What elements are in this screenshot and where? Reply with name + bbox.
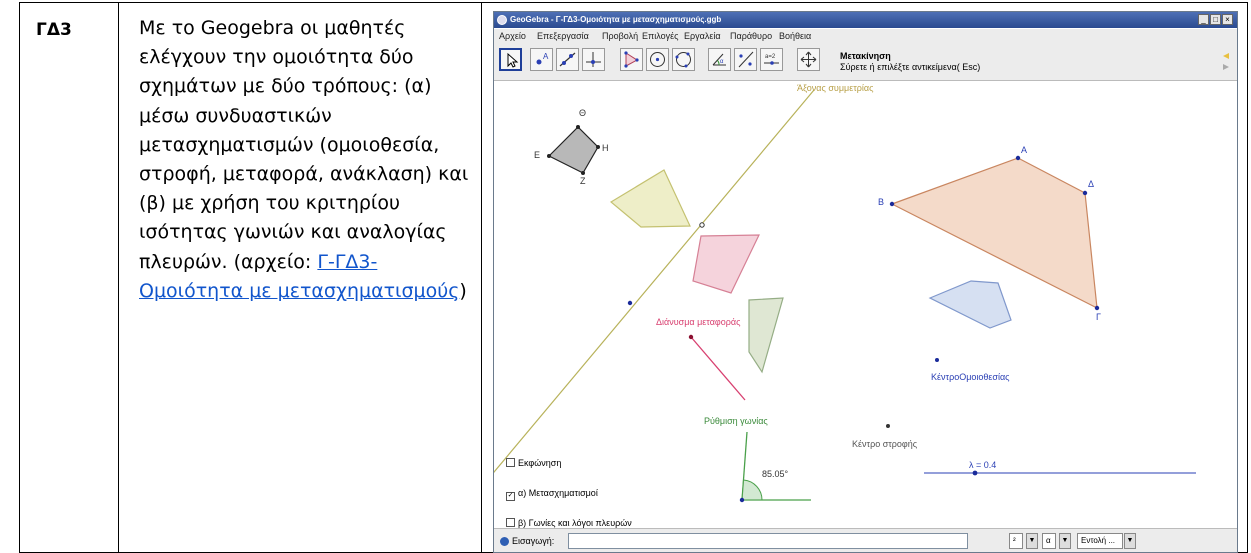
axis-point — [627, 300, 633, 306]
move-tool-icon[interactable] — [499, 48, 522, 71]
checkbox-transformations[interactable]: ✓ α) Μετασχηματισμοί — [506, 488, 598, 501]
checkbox-box[interactable] — [506, 458, 515, 467]
column-divider — [118, 2, 119, 553]
small-quadrilateral — [547, 126, 599, 174]
symbol-dropdown-arrow[interactable]: ▼ — [1026, 533, 1038, 549]
file-prefix: (αρχείο: — [233, 250, 318, 273]
menu-options[interactable]: Επιλογές — [642, 29, 678, 43]
menu-view[interactable]: Προβολή — [602, 29, 638, 43]
vertex-label: Η — [602, 143, 609, 153]
greek-dropdown[interactable]: α — [1042, 533, 1056, 549]
slider-tool-icon[interactable]: a=2 — [760, 48, 783, 71]
greek-dropdown-arrow[interactable]: ▼ — [1059, 533, 1071, 549]
undo-redo-icons[interactable] — [1221, 49, 1231, 73]
input-bar: Εισαγωγή: ² ▼ α ▼ Εντολή ... ▼ — [494, 528, 1237, 552]
input-field[interactable] — [568, 533, 968, 549]
symbol-dropdown[interactable]: ² — [1009, 533, 1023, 549]
svg-text:a=2: a=2 — [765, 54, 776, 60]
svg-text:α: α — [720, 59, 724, 65]
maximize-button[interactable]: □ — [1210, 14, 1221, 25]
description-text: Με το Geogebra οι μαθητές ελέγχουν την ο… — [139, 17, 469, 273]
vertex-label: Ε — [534, 150, 541, 160]
circle-3pt-tool-icon[interactable] — [672, 48, 695, 71]
file-suffix: ) — [459, 279, 467, 302]
column-divider — [481, 2, 482, 553]
axis-point — [699, 222, 705, 228]
command-dropdown-arrow[interactable]: ▼ — [1124, 533, 1136, 549]
help-icon[interactable] — [500, 537, 509, 546]
checkbox-statement[interactable]: Εκφώνηση — [506, 458, 561, 468]
title-bar: GeoGebra - Γ-ΓΔ3-Ομοιότητα με μετασχηματ… — [494, 12, 1237, 28]
homothety-center — [935, 358, 939, 362]
menu-tools[interactable]: Εργαλεία — [684, 29, 721, 43]
checkbox-angles-ratios[interactable]: β) Γωνίες και λόγοι πλευρών — [506, 518, 632, 528]
toolbar: A α a=2 Μετακίνηση Σύρετε ή επιλέξτε αντ… — [494, 43, 1237, 81]
checkbox-label: β) Γωνίες και λόγοι πλευρών — [518, 518, 632, 528]
move-view-tool-icon[interactable] — [797, 48, 820, 71]
vertex-label: Α — [1021, 145, 1028, 155]
reflect-tool-icon[interactable] — [734, 48, 757, 71]
checkbox-box-checked[interactable]: ✓ — [506, 492, 515, 501]
checkbox-label: Εκφώνηση — [518, 458, 562, 468]
point-tool-icon[interactable]: A — [530, 48, 553, 71]
angle-tool-icon[interactable]: α — [708, 48, 731, 71]
tool-help: Σύρετε ή επιλέξτε αντικείμενα( Esc) — [840, 62, 981, 72]
tool-name: Μετακίνηση — [840, 51, 891, 61]
command-dropdown[interactable]: Εντολή ... — [1077, 533, 1123, 549]
line-tool-icon[interactable] — [556, 48, 579, 71]
lambda-slider-knob — [972, 470, 978, 476]
vertex-label: Γ — [1096, 312, 1101, 322]
axis-label: Άξονας συμμετρίας — [797, 83, 874, 93]
menu-bar: Αρχείο Επεξεργασία Προβολή Επιλογές Εργα… — [494, 29, 1237, 43]
vector-label: Διάνυσμα μεταφοράς — [656, 317, 741, 327]
vertex-label: Θ — [579, 108, 587, 118]
menu-window[interactable]: Παράθυρο — [730, 29, 772, 43]
graphics-view[interactable]: Άξονας συμμετρίας Θ Ε Η Ζ Α Δ Β Γ Διάνυσ… — [494, 80, 1237, 528]
menu-edit[interactable]: Επεξεργασία — [537, 29, 589, 43]
checkbox-label: α) Μετασχηματισμοί — [518, 488, 598, 498]
minimize-button[interactable]: _ — [1198, 14, 1209, 25]
yellow-quadrilateral — [609, 169, 691, 228]
checkbox-box[interactable] — [506, 518, 515, 527]
vertex-label: Δ — [1088, 179, 1095, 189]
close-button[interactable]: × — [1222, 14, 1233, 25]
row-description: Με το Geogebra οι μαθητές ελέγχουν την ο… — [139, 14, 469, 306]
window-title: GeoGebra - Γ-ΓΔ3-Ομοιότητα με μετασχηματ… — [510, 15, 722, 24]
blue-quadrilateral — [928, 280, 1012, 329]
circle-tool-icon[interactable] — [646, 48, 669, 71]
pink-quadrilateral — [692, 234, 760, 294]
polygon-tool-icon[interactable] — [620, 48, 643, 71]
vertex-label: Ζ — [580, 176, 586, 186]
slider-label: λ = 0.4 — [969, 460, 997, 470]
rotation-angle-label: Ρύθμιση γωνίας — [704, 416, 768, 426]
rotation-center — [886, 424, 890, 428]
angle-value: 85.05° — [762, 469, 789, 479]
row-code: ΓΔ3 — [36, 20, 72, 40]
input-label: Εισαγωγή: — [512, 536, 555, 546]
menu-help[interactable]: Βοήθεια — [779, 29, 811, 43]
vertex-label: Β — [878, 197, 885, 207]
geogebra-app-icon — [497, 15, 507, 25]
angle-arc — [741, 479, 763, 501]
green-quadrilateral — [748, 297, 784, 374]
svg-text:A: A — [543, 52, 549, 61]
translation-vector — [690, 336, 746, 401]
menu-file[interactable]: Αρχείο — [499, 29, 526, 43]
geogebra-window: GeoGebra - Γ-ΓΔ3-Ομοιότητα με μετασχηματ… — [493, 11, 1238, 553]
homothety-label: ΚέντροΟμοιοθεσίας — [931, 372, 1010, 382]
rotation-center-label: Κέντρο στροφής — [852, 439, 918, 449]
perpendicular-tool-icon[interactable] — [582, 48, 605, 71]
